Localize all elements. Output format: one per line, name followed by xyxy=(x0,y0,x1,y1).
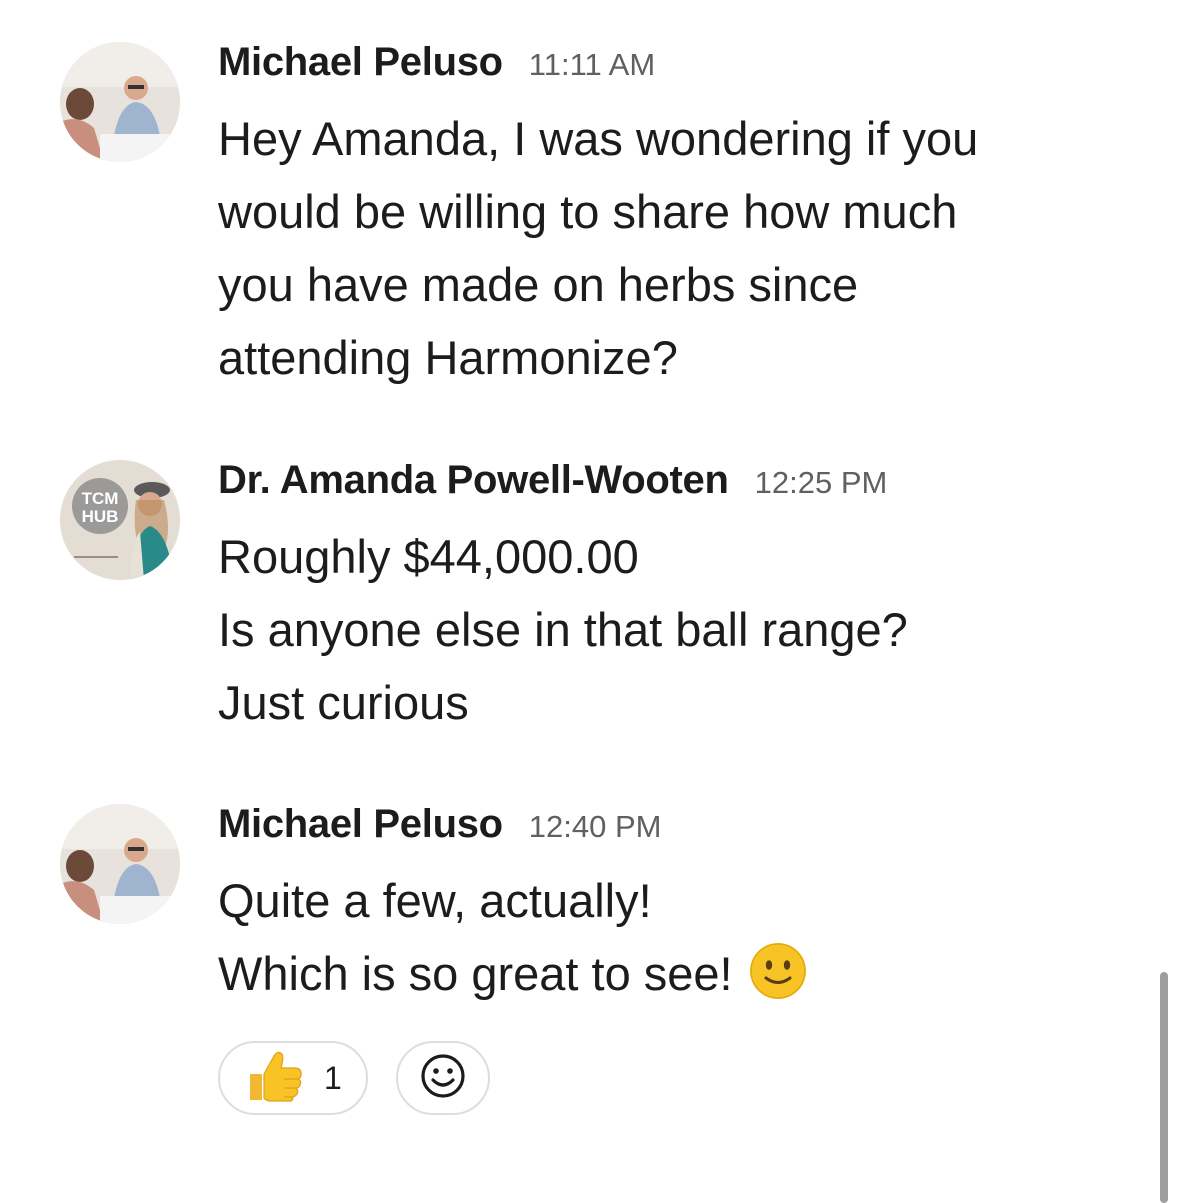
slightly-smiling-face-emoji-icon xyxy=(749,942,807,1020)
reaction-count: 1 xyxy=(324,1059,342,1096)
timestamp[interactable]: 12:40 PM xyxy=(529,809,662,845)
logo-text: TCM xyxy=(82,489,119,508)
message-body: Roughly $44,000.00 Is anyone else in tha… xyxy=(218,520,1139,739)
avatar[interactable] xyxy=(60,42,180,162)
message-line-with-emoji: Which is so great to see! xyxy=(218,937,1139,1020)
message-line: Which is so great to see! xyxy=(218,947,733,1000)
author-name[interactable]: Dr. Amanda Powell-Wooten xyxy=(218,458,729,503)
scrollbar[interactable] xyxy=(1160,972,1168,1203)
message-line: Hey Amanda, I was wondering if you xyxy=(218,112,979,165)
reactions-bar: 1 xyxy=(218,1041,490,1115)
reaction-thumbs-up[interactable]: 1 xyxy=(218,1041,368,1115)
message-line: Just curious xyxy=(218,676,469,729)
author-name[interactable]: Michael Peluso xyxy=(218,802,503,847)
message-line: you have made on herbs since xyxy=(218,258,859,311)
message-line: Quite a few, actually! xyxy=(218,874,652,927)
message-line: attending Harmonize? xyxy=(218,331,678,384)
avatar[interactable] xyxy=(60,804,180,924)
add-reaction-icon xyxy=(419,1052,467,1105)
message-line: Roughly $44,000.00 xyxy=(218,530,639,583)
timestamp[interactable]: 12:25 PM xyxy=(755,465,888,501)
message-body: Hey Amanda, I was wondering if you would… xyxy=(218,102,1139,394)
message-header: Michael Peluso 12:40 PM xyxy=(218,802,1139,854)
message-line: would be willing to share how much xyxy=(218,185,958,238)
thumbs-up-emoji-icon xyxy=(246,1050,302,1107)
message-header: Dr. Amanda Powell-Wooten 12:25 PM xyxy=(218,458,1139,510)
avatar[interactable]: TCM HUB xyxy=(60,460,180,580)
author-name[interactable]: Michael Peluso xyxy=(218,40,503,85)
add-reaction-button[interactable] xyxy=(396,1041,490,1115)
message-body: Quite a few, actually! Which is so great… xyxy=(218,864,1139,1020)
message-header: Michael Peluso 11:11 AM xyxy=(218,40,1139,92)
message-line: Is anyone else in that ball range? xyxy=(218,603,908,656)
logo-text: HUB xyxy=(82,507,119,526)
timestamp[interactable]: 11:11 AM xyxy=(529,47,655,83)
